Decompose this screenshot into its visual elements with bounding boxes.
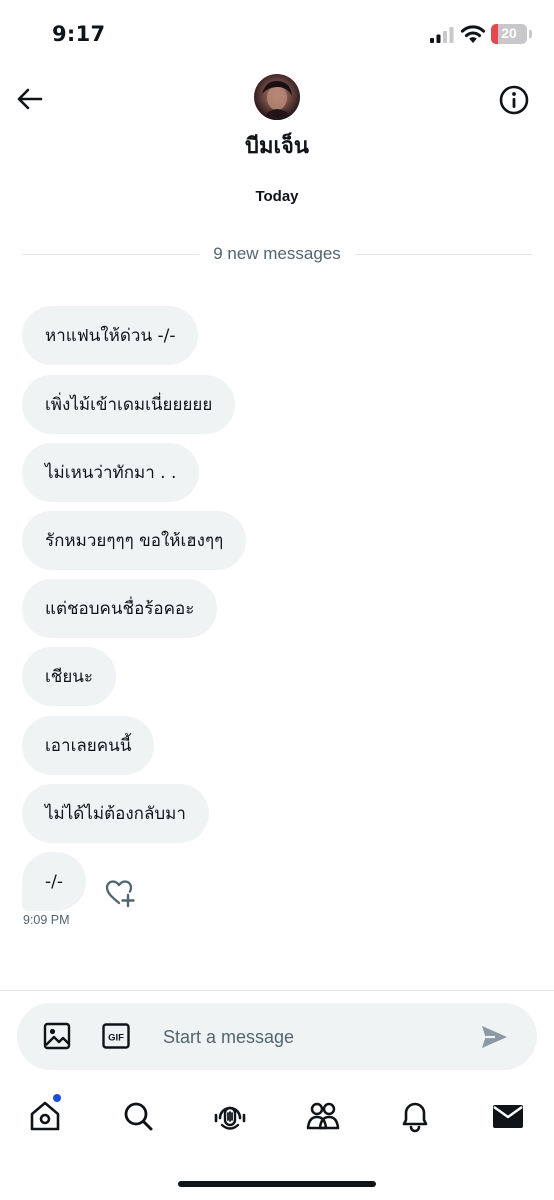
nav-notifications[interactable] [397,1098,433,1134]
communities-icon [306,1102,340,1130]
contact-name[interactable]: บีมเจ็น [0,128,554,163]
spaces-microphone-icon [214,1106,246,1130]
message-bubble[interactable]: เพิ่งไม้เข้าเดมเนี่ยยยยย [22,375,236,434]
composer-separator [0,990,554,991]
nav-search[interactable] [120,1098,156,1134]
envelope-icon [493,1105,523,1128]
message-input[interactable] [163,1023,463,1051]
cellular-signal-icon [430,27,454,43]
conversation-info-button[interactable] [496,82,532,118]
image-icon [43,1022,71,1050]
home-notification-dot [53,1094,61,1102]
battery-level-text: 20 [501,25,517,41]
search-icon [124,1102,153,1131]
message-composer: GIF [17,1003,537,1070]
message-bubble[interactable]: ไม่เหนว่าทักมา . . [22,443,200,502]
message-bubble[interactable]: หาแฟนให้ด่วน -/- [22,306,199,365]
bell-icon [402,1102,428,1133]
new-messages-divider: 9 new messages [22,242,533,266]
home-icon [30,1101,60,1131]
heart-plus-icon [105,880,135,908]
message-bubble[interactable]: รักหมวยๆๆๆ ขอให้เฮงๆๆ [22,511,247,570]
message-bubble[interactable]: เอาเลยคนนี้ [22,716,155,775]
gif-icon: GIF [102,1023,130,1049]
new-messages-label: 9 new messages [213,244,341,263]
send-button[interactable] [479,1022,509,1052]
date-label: Today [255,188,299,205]
add-media-button[interactable] [42,1021,72,1051]
divider-line-right [354,253,533,255]
nav-messages[interactable] [490,1098,526,1134]
add-gif-button[interactable]: GIF [101,1021,131,1051]
divider-line-left [22,253,200,255]
status-bar: 9:17 20 [0,0,554,70]
avatar[interactable] [254,74,300,120]
avatar-image [262,80,292,120]
nav-communities[interactable] [305,1098,341,1134]
info-circle-icon [499,85,529,115]
home-indicator [178,1181,376,1187]
battery-indicator: 20 [491,24,527,44]
message-bubble-last[interactable]: -/- [22,852,86,911]
message-timestamp: 9:09 PM [23,913,70,927]
message-bubble[interactable]: เชียนะ [22,647,117,706]
gif-label: GIF [108,1033,124,1044]
add-reaction-button[interactable] [104,878,136,908]
bottom-navigation [0,1090,554,1150]
nav-home[interactable] [27,1098,63,1134]
status-time: 9:17 [52,22,106,46]
arrow-left-icon [17,88,43,110]
wifi-icon [460,25,486,43]
battery-cap [529,30,532,38]
send-icon [482,1026,507,1048]
message-bubble[interactable]: ไม่ได้ไม่ต้องกลับมา [22,784,209,843]
back-button[interactable] [12,82,46,116]
nav-spaces[interactable] [212,1098,248,1134]
message-bubble[interactable]: แต่ชอบคนชื่อร้อคอะ [22,579,218,638]
